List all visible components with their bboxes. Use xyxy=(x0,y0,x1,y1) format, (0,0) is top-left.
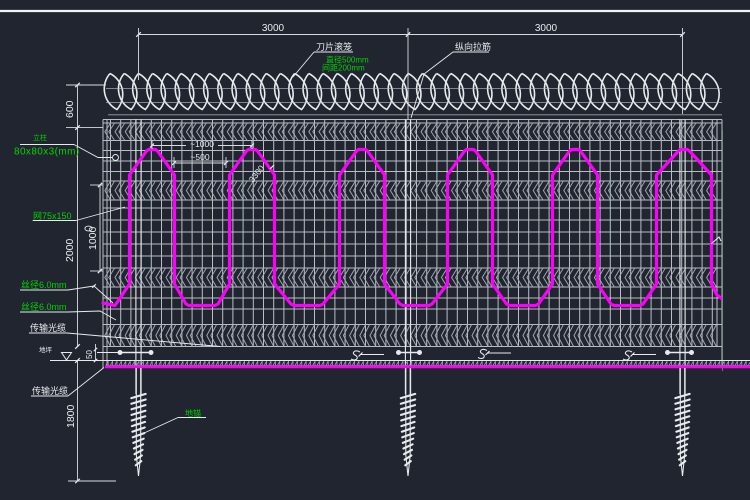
svg-text:~1000: ~1000 xyxy=(190,139,214,149)
svg-text:刀片滚笼: 刀片滚笼 xyxy=(316,41,352,52)
svg-text:600: 600 xyxy=(64,100,76,118)
svg-text:2000: 2000 xyxy=(64,238,76,262)
svg-text:网75x150: 网75x150 xyxy=(33,211,72,221)
svg-text:丝径6.0mm: 丝径6.0mm xyxy=(21,279,67,290)
svg-text:纵向拉筋: 纵向拉筋 xyxy=(455,41,491,52)
svg-text:3000: 3000 xyxy=(262,23,285,34)
svg-text:间距200mm: 间距200mm xyxy=(322,64,365,73)
svg-text:80x80x3(mm): 80x80x3(mm) xyxy=(14,147,80,158)
svg-text:丝径6.0mm: 丝径6.0mm xyxy=(21,301,67,312)
svg-text:传输光缆: 传输光缆 xyxy=(30,322,66,333)
svg-text:传输光缆: 传输光缆 xyxy=(32,385,68,396)
svg-text:3000: 3000 xyxy=(535,23,558,34)
svg-text:地锚: 地锚 xyxy=(185,408,201,418)
svg-text:50: 50 xyxy=(85,350,94,359)
svg-text:1000: 1000 xyxy=(87,226,99,250)
svg-text:立柱: 立柱 xyxy=(33,133,47,142)
svg-text:~500: ~500 xyxy=(190,152,209,162)
svg-text:地坪: 地坪 xyxy=(39,345,53,354)
svg-text:1800: 1800 xyxy=(65,404,77,428)
